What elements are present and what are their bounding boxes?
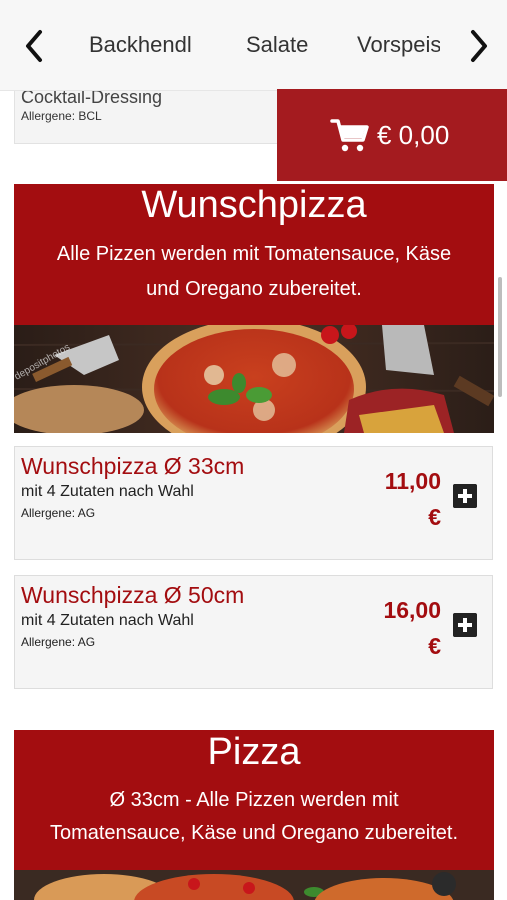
section-title: Wunschpizza xyxy=(141,184,367,226)
chevron-left-icon[interactable] xyxy=(20,28,48,64)
price-currency: € xyxy=(428,633,441,659)
menu-item-allergens: Allergene: BCL xyxy=(21,109,102,123)
menu-item-card[interactable]: Wunschpizza Ø 50cm mit 4 Zutaten nach Wa… xyxy=(14,575,493,689)
menu-item-description: mit 4 Zutaten nach Wahl xyxy=(21,612,194,629)
price-value: 16,00 xyxy=(383,597,441,623)
section-header-wunschpizza: Wunschpizza Alle Pizzen werden mit Tomat… xyxy=(14,184,494,325)
category-nav-bar: Backhendl Salate Vorspeisen xyxy=(0,0,507,91)
menu-item-card[interactable]: Wunschpizza Ø 33cm mit 4 Zutaten nach Wa… xyxy=(14,446,493,560)
menu-item-name: Wunschpizza Ø 50cm xyxy=(21,582,245,608)
price-currency: € xyxy=(428,504,441,530)
pizza-photo: depositphotos xyxy=(14,325,494,433)
menu-item-price: 11,00 € xyxy=(355,463,441,535)
nav-category-vorspeisen[interactable]: Vorspeisen xyxy=(357,30,440,58)
nav-category-clip: Vorspeisen xyxy=(357,30,440,62)
price-value: 11,00 xyxy=(384,468,441,494)
section-header-pizza: Pizza Ø 33cm - Alle Pizzen werden mit To… xyxy=(14,730,494,870)
section-title: Pizza xyxy=(207,731,301,773)
section-description-line: und Oregano zubereitet. xyxy=(146,278,362,300)
cart-button[interactable]: € 0,00 xyxy=(277,89,507,181)
shopping-cart-icon xyxy=(330,119,369,152)
plus-icon[interactable] xyxy=(453,613,477,637)
scrollbar[interactable] xyxy=(498,277,502,397)
menu-item-allergens: Allergene: AG xyxy=(21,506,96,520)
pizza-photo xyxy=(14,870,494,900)
cart-total: € 0,00 xyxy=(377,120,450,150)
plus-icon[interactable] xyxy=(453,484,477,508)
nav-category-backhendl[interactable]: Backhendl xyxy=(89,32,192,58)
menu-item-price: 16,00 € xyxy=(355,592,441,664)
section-description-line: Ø 33cm - Alle Pizzen werden mit xyxy=(109,789,399,811)
menu-item-allergens: Allergene: AG xyxy=(21,635,96,649)
chevron-right-icon[interactable] xyxy=(465,28,493,64)
section-description-line: Tomatensauce, Käse und Oregano zubereite… xyxy=(49,822,459,844)
menu-item-name: Wunschpizza Ø 33cm xyxy=(21,453,245,479)
nav-category-salate[interactable]: Salate xyxy=(246,32,308,58)
menu-item-description: mit 4 Zutaten nach Wahl xyxy=(21,483,194,500)
section-description-line: Alle Pizzen werden mit Tomatensauce, Käs… xyxy=(56,243,452,265)
